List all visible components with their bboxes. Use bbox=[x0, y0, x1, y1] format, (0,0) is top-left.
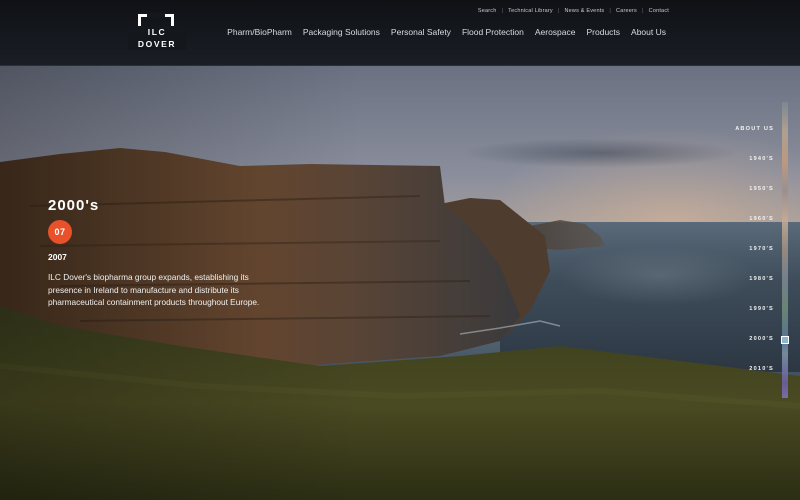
event-number-badge: 07 bbox=[48, 220, 72, 244]
timeline-active-indicator[interactable] bbox=[781, 336, 789, 344]
timeline-item-1980s[interactable]: 1980'S bbox=[749, 276, 774, 282]
event-year: 2007 bbox=[48, 252, 67, 262]
main-nav: Pharm/BioPharm Packaging Solutions Perso… bbox=[227, 27, 666, 37]
timeline-item-1970s[interactable]: 1970'S bbox=[749, 246, 774, 252]
nav-item-packaging-solutions[interactable]: Packaging Solutions bbox=[303, 27, 380, 37]
nav-item-personal-safety[interactable]: Personal Safety bbox=[391, 27, 451, 37]
timeline-item-1950s[interactable]: 1950'S bbox=[749, 186, 774, 192]
nav-item-aerospace[interactable]: Aerospace bbox=[535, 27, 576, 37]
decade-heading: 2000's bbox=[48, 197, 100, 214]
logo-text: ILC DOVER bbox=[128, 26, 186, 50]
nav-item-products[interactable]: Products bbox=[586, 27, 620, 37]
nav-item-flood-protection[interactable]: Flood Protection bbox=[462, 27, 524, 37]
ilc-dover-logo[interactable]: ILC DOVER bbox=[128, 13, 186, 52]
utility-link-news-events[interactable]: News & Events bbox=[564, 8, 604, 14]
nav-item-pharm-biopharm[interactable]: Pharm/BioPharm bbox=[227, 27, 292, 37]
nav-item-about-us[interactable]: About Us bbox=[631, 27, 666, 37]
timeline-scrollbar[interactable] bbox=[782, 102, 788, 398]
timeline-item-2000s[interactable]: 2000'S bbox=[749, 336, 774, 342]
utility-nav: Search | Technical Library | News & Even… bbox=[477, 8, 669, 14]
utility-link-technical-library[interactable]: Technical Library bbox=[508, 8, 553, 14]
event-description: ILC Dover's biopharma group expands, est… bbox=[48, 272, 260, 307]
timeline-item-2010s[interactable]: 2010'S bbox=[749, 366, 774, 372]
utility-link-contact[interactable]: Contact bbox=[649, 8, 669, 14]
timeline-item-1960s[interactable]: 1960'S bbox=[749, 216, 774, 222]
timeline-item-about-us[interactable]: ABOUT US bbox=[735, 126, 774, 132]
utility-link-search[interactable]: Search bbox=[478, 8, 497, 14]
timeline-item-1990s[interactable]: 1990'S bbox=[749, 306, 774, 312]
hero-background-image: 2000's 07 2007 ILC Dover's biopharma gro… bbox=[0, 66, 800, 500]
timeline-item-1940s[interactable]: 1940'S bbox=[749, 156, 774, 162]
site-header: ILC DOVER Search | Technical Library | N… bbox=[0, 0, 800, 66]
utility-link-careers[interactable]: Careers bbox=[616, 8, 637, 14]
